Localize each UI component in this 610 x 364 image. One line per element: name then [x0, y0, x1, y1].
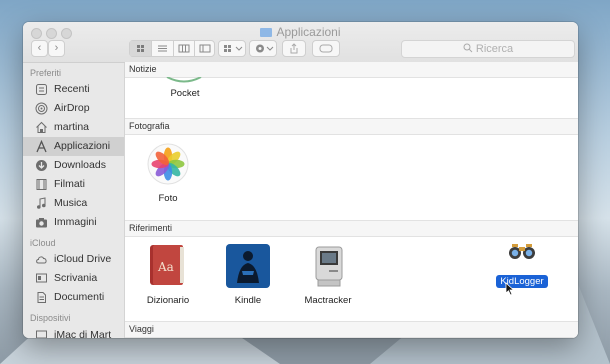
photos-app-icon[interactable] — [147, 143, 189, 185]
sidebar-item-label: Documenti — [54, 291, 105, 303]
computer-icon — [35, 329, 48, 338]
clock-icon — [35, 83, 48, 96]
app-label-kindle[interactable]: Kindle — [203, 295, 293, 306]
app-label-kidlogger[interactable]: KidLogger — [477, 275, 567, 288]
sidebar-header-preferiti: Preferiti — [30, 68, 62, 78]
home-icon — [35, 121, 48, 134]
sidebar-item-label: AirDrop — [54, 102, 90, 114]
film-icon — [35, 178, 48, 191]
sidebar-item-label: Recenti — [54, 83, 90, 95]
sidebar-item-immagini[interactable]: Immagini — [23, 213, 124, 232]
forward-button[interactable]: › — [48, 40, 65, 57]
tag-icon — [319, 44, 333, 53]
sidebar-item-filmati[interactable]: Filmati — [23, 175, 124, 194]
section-header-viaggi: Viaggi — [125, 321, 578, 338]
sidebar-item-label: iCloud Drive — [54, 253, 112, 265]
sidebar-item-scrivania[interactable]: Scrivania — [23, 269, 124, 288]
camera-icon — [35, 216, 48, 229]
mouse-cursor-icon — [505, 282, 515, 296]
music-icon — [35, 197, 48, 210]
folder-icon — [260, 28, 273, 37]
section-header-fotografia: Fotografia — [125, 118, 578, 135]
view-mode-segmented[interactable] — [129, 40, 215, 57]
share-icon — [290, 43, 298, 54]
action-button[interactable] — [249, 40, 277, 57]
sidebar-item-icloud-drive[interactable]: iCloud Drive — [23, 250, 124, 269]
section-header-riferimenti: Riferimenti — [125, 220, 578, 237]
back-button[interactable]: ‹ — [31, 40, 48, 57]
sidebar: Preferiti Recenti AirDrop martina Applic… — [23, 63, 125, 338]
sidebar-item-downloads[interactable]: Downloads — [23, 156, 124, 175]
view-modes-icon — [130, 41, 211, 56]
tags-button[interactable] — [312, 40, 340, 57]
sidebar-item-airdrop[interactable]: AirDrop — [23, 99, 124, 118]
section-header-notizie: Notizie — [125, 62, 578, 78]
sidebar-header-icloud: iCloud — [30, 238, 56, 248]
download-icon — [35, 159, 48, 172]
svg-text:Aa: Aa — [157, 260, 174, 274]
sidebar-item-recenti[interactable]: Recenti — [23, 80, 124, 99]
sidebar-item-label: Immagini — [54, 216, 97, 228]
kidlogger-app-icon[interactable] — [507, 241, 537, 261]
pocket-app-icon[interactable] — [159, 77, 209, 87]
desktop-icon — [35, 272, 48, 285]
share-button[interactable] — [282, 40, 306, 57]
sidebar-item-label: iMac di Mart — [54, 329, 112, 338]
sidebar-header-dispositivi: Dispositivi — [30, 313, 71, 323]
mactracker-app-icon[interactable] — [313, 246, 345, 288]
title-bar: Applicazioni ‹ › Ricerca — [23, 22, 578, 63]
sidebar-item-label: Filmati — [54, 178, 85, 190]
content-area: Notizie Pocket Fotografia Foto Riferimen… — [123, 62, 578, 338]
sidebar-item-label: martina — [54, 121, 90, 133]
group-button[interactable] — [218, 40, 246, 57]
app-label-foto[interactable]: Foto — [123, 193, 213, 204]
app-label-pocket[interactable]: Pocket — [140, 88, 230, 99]
window-title: Applicazioni — [23, 25, 578, 39]
app-label-mactracker[interactable]: Mactracker — [283, 295, 373, 306]
sidebar-item-label: Applicazioni — [54, 140, 111, 152]
applications-icon — [35, 139, 48, 153]
sidebar-item-label: Scrivania — [54, 272, 98, 284]
sidebar-item-musica[interactable]: Musica — [23, 194, 124, 213]
sidebar-item-label: Musica — [54, 197, 88, 209]
app-label-dizionario[interactable]: Dizionario — [123, 295, 213, 306]
group-icon — [224, 45, 243, 52]
search-icon — [463, 43, 473, 53]
dictionary-app-icon[interactable]: Aa — [147, 243, 189, 289]
sidebar-item-documenti[interactable]: Documenti — [23, 288, 124, 307]
search-field[interactable]: Ricerca — [401, 40, 575, 58]
sidebar-item-imac[interactable]: iMac di Mart — [23, 326, 124, 338]
document-icon — [35, 291, 48, 304]
gear-icon — [256, 44, 274, 53]
sidebar-item-applicazioni[interactable]: Applicazioni — [23, 137, 124, 156]
sidebar-item-label: Downloads — [54, 159, 106, 171]
finder-window: Applicazioni ‹ › Ricerca Preferiti Recen… — [23, 22, 578, 338]
search-placeholder: Ricerca — [475, 43, 514, 55]
cloud-icon — [35, 253, 48, 266]
sidebar-item-martina[interactable]: martina — [23, 118, 124, 137]
kindle-app-icon[interactable] — [225, 243, 271, 289]
airdrop-icon — [35, 102, 48, 115]
